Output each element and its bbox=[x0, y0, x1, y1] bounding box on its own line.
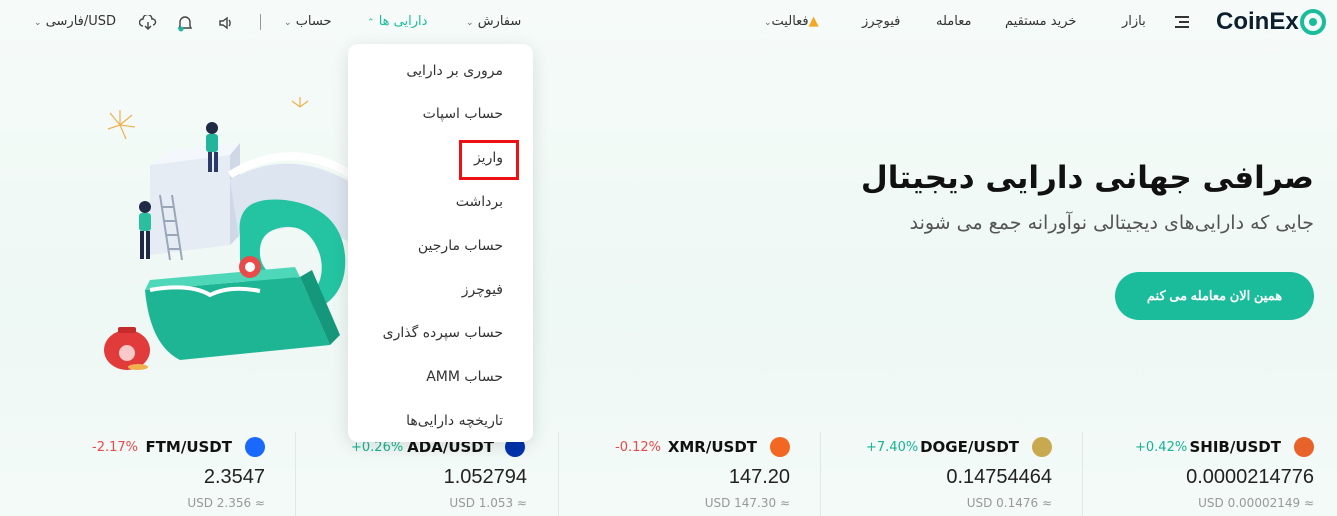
ticker-card[interactable]: XMR/USDT -0.12% 147.20 USD 147.30 ≈ bbox=[558, 430, 820, 516]
speaker-icon[interactable] bbox=[218, 15, 234, 31]
ticker-change: +0.42% bbox=[1135, 440, 1188, 455]
nav-orders[interactable]: ⌄ سفارش bbox=[466, 14, 521, 29]
xmr-icon bbox=[770, 437, 790, 457]
ticker-usd-value: USD 0.1476 ≈ bbox=[966, 496, 1052, 510]
divider bbox=[1082, 432, 1083, 516]
nav-direct-buy[interactable]: خرید مستقیم bbox=[1005, 14, 1076, 29]
divider bbox=[820, 432, 821, 516]
coinex-logo-icon bbox=[1299, 9, 1326, 35]
fire-icon: ▲ bbox=[808, 14, 819, 29]
chevron-down-icon: ⌄ bbox=[34, 18, 42, 28]
divider bbox=[295, 432, 296, 516]
ticker-card[interactable]: FTM/USDT -2.17% 2.3547 USD 2.356 ≈ bbox=[0, 430, 295, 516]
ticker-usd-value: USD 0.00002149 ≈ bbox=[1198, 496, 1314, 510]
menu-item-amm-account[interactable]: حساب AMM bbox=[426, 369, 503, 385]
ticker-pair: FTM/USDT bbox=[145, 438, 232, 456]
nav-trade[interactable]: معامله bbox=[936, 14, 971, 29]
coinex-logo[interactable]: CoinEx bbox=[1212, 8, 1327, 36]
ticker-card[interactable]: ADA/USDT +0.26% 1.052794 USD 1.053 ≈ bbox=[295, 430, 558, 516]
menu-item-asset-history[interactable]: تاریخچه دارایی‌ها bbox=[406, 413, 503, 429]
nav-market[interactable]: بازار bbox=[1122, 14, 1146, 29]
ticker-strip: SHIB/USDT +0.42% 0.0000214776 USD 0.0000… bbox=[0, 430, 1337, 516]
ticker-price: 2.3547 bbox=[203, 466, 265, 488]
ticker-usd-value: USD 1.053 ≈ bbox=[449, 496, 527, 510]
cloud-download-icon[interactable] bbox=[139, 15, 157, 31]
ticker-price: 1.052794 bbox=[443, 466, 527, 488]
bell-icon[interactable] bbox=[176, 14, 194, 32]
chevron-down-icon: ⌄ bbox=[284, 18, 292, 28]
ticker-usd-value: USD 2.356 ≈ bbox=[187, 496, 265, 510]
chevron-down-icon: ⌄ bbox=[764, 18, 772, 28]
chevron-up-icon: ⌃ bbox=[367, 18, 375, 28]
language-currency-selector[interactable]: ⌄ فارسی/USD bbox=[34, 14, 116, 29]
hero-subtitle: جایی که دارایی‌های دیجیتالی نوآورانه جمع… bbox=[909, 212, 1314, 234]
ticker-pair: SHIB/USDT bbox=[1189, 438, 1281, 456]
hamburger-menu-icon[interactable] bbox=[1175, 16, 1189, 28]
language-currency-label: فارسی/USD bbox=[45, 14, 117, 29]
trade-now-button[interactable]: همین الان معامله می کنم bbox=[1115, 272, 1314, 320]
ticker-price: 0.14754464 bbox=[946, 466, 1052, 488]
ticker-pair: DOGE/USDT bbox=[920, 438, 1019, 456]
ticker-usd-value: USD 147.30 ≈ bbox=[704, 496, 790, 510]
ticker-price: 147.20 bbox=[728, 466, 790, 488]
menu-item-staking-account[interactable]: حساب سپرده گذاری bbox=[383, 325, 503, 341]
chevron-down-icon: ⌄ bbox=[466, 18, 474, 28]
nav-assets-label: دارایی ها bbox=[378, 14, 428, 29]
brand-name: CoinEx bbox=[1216, 8, 1299, 35]
hero-illustration bbox=[104, 97, 363, 370]
nav-futures[interactable]: فیوچرز bbox=[862, 14, 900, 29]
assets-dropdown-menu: مروری بر دارایی حساب اسپات واریز برداشت … bbox=[348, 44, 533, 442]
nav-assets[interactable]: ⌃ دارایی ها bbox=[367, 14, 427, 29]
nav-account[interactable]: ⌄ حساب bbox=[284, 14, 332, 29]
ftm-icon bbox=[245, 437, 265, 457]
nav-activity-label: فعالیت bbox=[771, 14, 809, 29]
ticker-change: -0.12% bbox=[615, 440, 661, 455]
divider bbox=[558, 432, 559, 516]
divider bbox=[260, 14, 261, 30]
top-navbar: CoinEx بازار خرید مستقیم معامله فیوچرز ⌄… bbox=[0, 0, 1337, 46]
doge-icon bbox=[1032, 437, 1052, 457]
nav-activity[interactable]: ⌄فعالیت▲ bbox=[764, 14, 819, 29]
menu-item-futures[interactable]: فیوچرز bbox=[462, 282, 503, 298]
ticker-card[interactable]: DOGE/USDT +7.40% 0.14754464 USD 0.1476 ≈ bbox=[820, 430, 1082, 516]
ticker-change: +7.40% bbox=[866, 440, 919, 455]
nav-orders-label: سفارش bbox=[477, 14, 522, 29]
menu-item-withdraw[interactable]: برداشت bbox=[456, 194, 503, 210]
ticker-change: +0.26% bbox=[351, 440, 404, 455]
deposit-highlight-box bbox=[459, 140, 519, 180]
hero-title: صرافی جهانی دارایی دیجیتال bbox=[860, 160, 1314, 196]
shib-icon bbox=[1294, 437, 1314, 457]
ticker-price: 0.0000214776 bbox=[1186, 466, 1314, 488]
ticker-pair: XMR/USDT bbox=[667, 438, 757, 456]
menu-item-spot-account[interactable]: حساب اسپات bbox=[423, 106, 503, 122]
ticker-card[interactable]: SHIB/USDT +0.42% 0.0000214776 USD 0.0000… bbox=[1082, 430, 1337, 516]
ticker-change: -2.17% bbox=[92, 440, 138, 455]
nav-account-label: حساب bbox=[295, 14, 332, 29]
menu-item-margin-account[interactable]: حساب مارجین bbox=[418, 238, 503, 254]
menu-item-asset-overview[interactable]: مروری بر دارایی bbox=[406, 63, 503, 79]
